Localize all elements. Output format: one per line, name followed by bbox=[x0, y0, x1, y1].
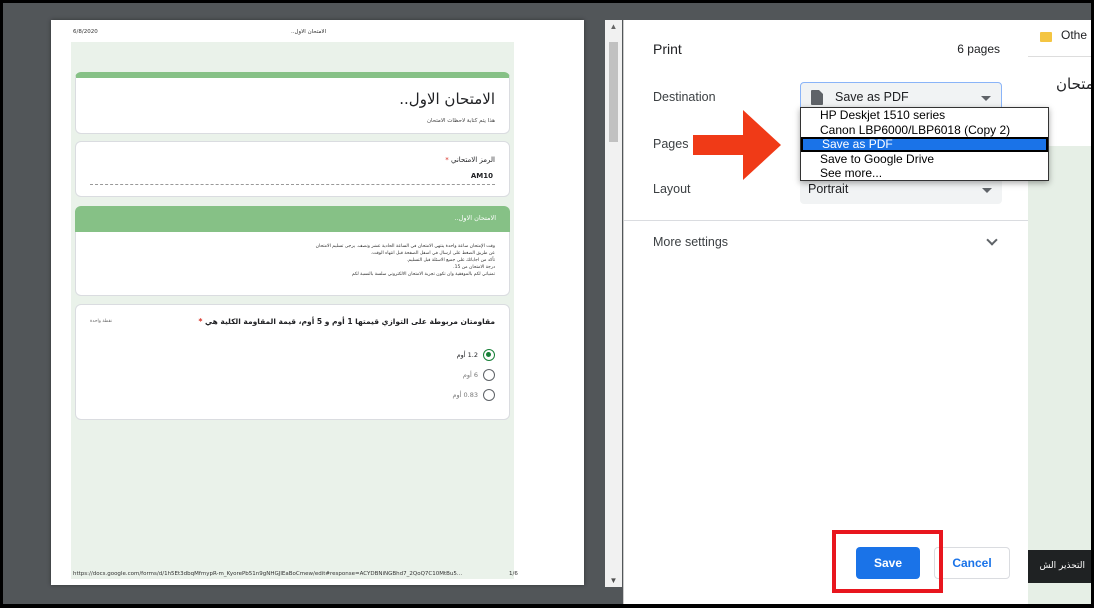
annotation-highlight-box bbox=[832, 530, 943, 593]
divider bbox=[624, 220, 1028, 221]
question-card: مقاومتان مربوطة على التوازي قيمتها 1 أوم… bbox=[75, 304, 510, 420]
file-icon bbox=[811, 90, 823, 105]
option-label: 6 أوم bbox=[462, 371, 478, 379]
answer-underline bbox=[90, 184, 495, 185]
print-preview-pane: 6/8/2020 ..الامتحان الاول الامتحان الاول… bbox=[3, 3, 623, 604]
option-label: 1.2 أوم bbox=[456, 351, 478, 359]
bookmark-other[interactable]: Othe bbox=[1061, 28, 1087, 42]
notification-toast: التحذير الش bbox=[1028, 550, 1091, 583]
destination-value: Save as PDF bbox=[835, 90, 909, 104]
question-text: مقاومتان مربوطة على التوازي قيمتها 1 أوم… bbox=[205, 317, 495, 326]
radio-selected-icon[interactable] bbox=[483, 349, 495, 361]
layout-value: Portrait bbox=[808, 182, 849, 196]
section-desc-line: درجة الامتحان من 15. bbox=[453, 265, 495, 270]
exam-code-answer: AM10 bbox=[470, 172, 493, 180]
folder-icon bbox=[1040, 32, 1052, 42]
dropdown-option[interactable]: See more... bbox=[801, 166, 1048, 181]
option-3[interactable]: 0.83 أوم bbox=[452, 388, 495, 402]
question-points: نقطة واحدة bbox=[90, 319, 112, 324]
scroll-up-icon[interactable]: ▲ bbox=[605, 22, 622, 31]
preview-scrollbar[interactable]: ▲ ▼ bbox=[605, 20, 622, 587]
page-header-date: 6/8/2020 bbox=[73, 29, 98, 35]
form-subtitle: هذا يتم كتابة لاحظات الامتحان bbox=[426, 118, 495, 124]
scroll-thumb[interactable] bbox=[609, 42, 618, 142]
exam-code-card: الرمز الامتحاني * AM10 bbox=[75, 141, 510, 197]
section-header: الامتحان الاول.. bbox=[75, 206, 510, 232]
section-desc-line: تأكد من اجاباتك على جميع الاسئلة قبل الت… bbox=[406, 258, 495, 263]
more-settings-toggle[interactable]: More settings bbox=[653, 235, 728, 249]
form-title-card: الامتحان الاول.. هذا يتم كتابة لاحظات ال… bbox=[75, 72, 510, 134]
preview-page: 6/8/2020 ..الامتحان الاول الامتحان الاول… bbox=[51, 20, 584, 585]
dropdown-option-selected[interactable]: Save as PDF bbox=[801, 137, 1048, 152]
screen: 6/8/2020 ..الامتحان الاول الامتحان الاول… bbox=[3, 3, 1091, 604]
option-2[interactable]: 6 أوم bbox=[463, 368, 495, 382]
toast-text: التحذير الش bbox=[1039, 561, 1085, 571]
page-count: 6 pages bbox=[957, 42, 1000, 56]
dropdown-option[interactable]: Canon LBP6000/LBP6018 (Copy 2) bbox=[801, 123, 1048, 138]
option-label: 0.83 أوم bbox=[452, 391, 478, 399]
print-title: Print bbox=[653, 41, 682, 57]
page-footer-url: https://docs.google.com/forms/d/1h5Et3db… bbox=[73, 571, 463, 577]
section-desc-line: عن طريق الضغط على ارسال في اسفل الصفحة ق… bbox=[370, 251, 495, 256]
annotation-arrow-icon bbox=[693, 110, 781, 180]
cancel-button[interactable]: Cancel bbox=[934, 547, 1010, 579]
chevron-down-icon bbox=[982, 188, 992, 193]
required-mark: * bbox=[445, 156, 449, 164]
radio-empty-icon[interactable] bbox=[483, 389, 495, 401]
background-form-area bbox=[1028, 146, 1091, 604]
section-title: الامتحان الاول.. bbox=[454, 214, 496, 222]
chevron-down-icon[interactable] bbox=[986, 234, 998, 246]
destination-label: Destination bbox=[653, 90, 716, 104]
page-footer-number: 1/6 bbox=[509, 571, 518, 577]
layout-label: Layout bbox=[653, 182, 691, 196]
option-1[interactable]: 1.2 أوم bbox=[457, 348, 495, 362]
radio-empty-icon[interactable] bbox=[483, 369, 495, 381]
destination-dropdown-list[interactable]: HP Deskjet 1510 series Canon LBP6000/LBP… bbox=[800, 107, 1049, 181]
chevron-down-icon bbox=[981, 96, 991, 101]
scroll-down-icon[interactable]: ▼ bbox=[605, 576, 622, 585]
bookmarks-bar: Othe bbox=[1028, 20, 1091, 57]
section-desc-line: وقت الإمتحان ساعة واحدة ينتهي الامتحان ف… bbox=[315, 244, 495, 249]
dropdown-option[interactable]: Save to Google Drive bbox=[801, 152, 1048, 167]
section-desc-line: تمنياتي لكم بالموفقية وان تكون تجربة الا… bbox=[351, 272, 495, 277]
background-page-title: امتحان bbox=[1056, 75, 1091, 93]
section-description-card: وقت الإمتحان ساعة واحدة ينتهي الامتحان ف… bbox=[75, 232, 510, 296]
page-header-title: ..الامتحان الاول bbox=[291, 29, 327, 35]
required-mark: * bbox=[198, 317, 203, 326]
pages-label: Pages bbox=[653, 137, 689, 151]
exam-code-label: الرمز الامتحاني bbox=[450, 156, 495, 164]
form-title: الامتحان الاول.. bbox=[399, 90, 495, 108]
dropdown-option[interactable]: HP Deskjet 1510 series bbox=[801, 108, 1048, 123]
